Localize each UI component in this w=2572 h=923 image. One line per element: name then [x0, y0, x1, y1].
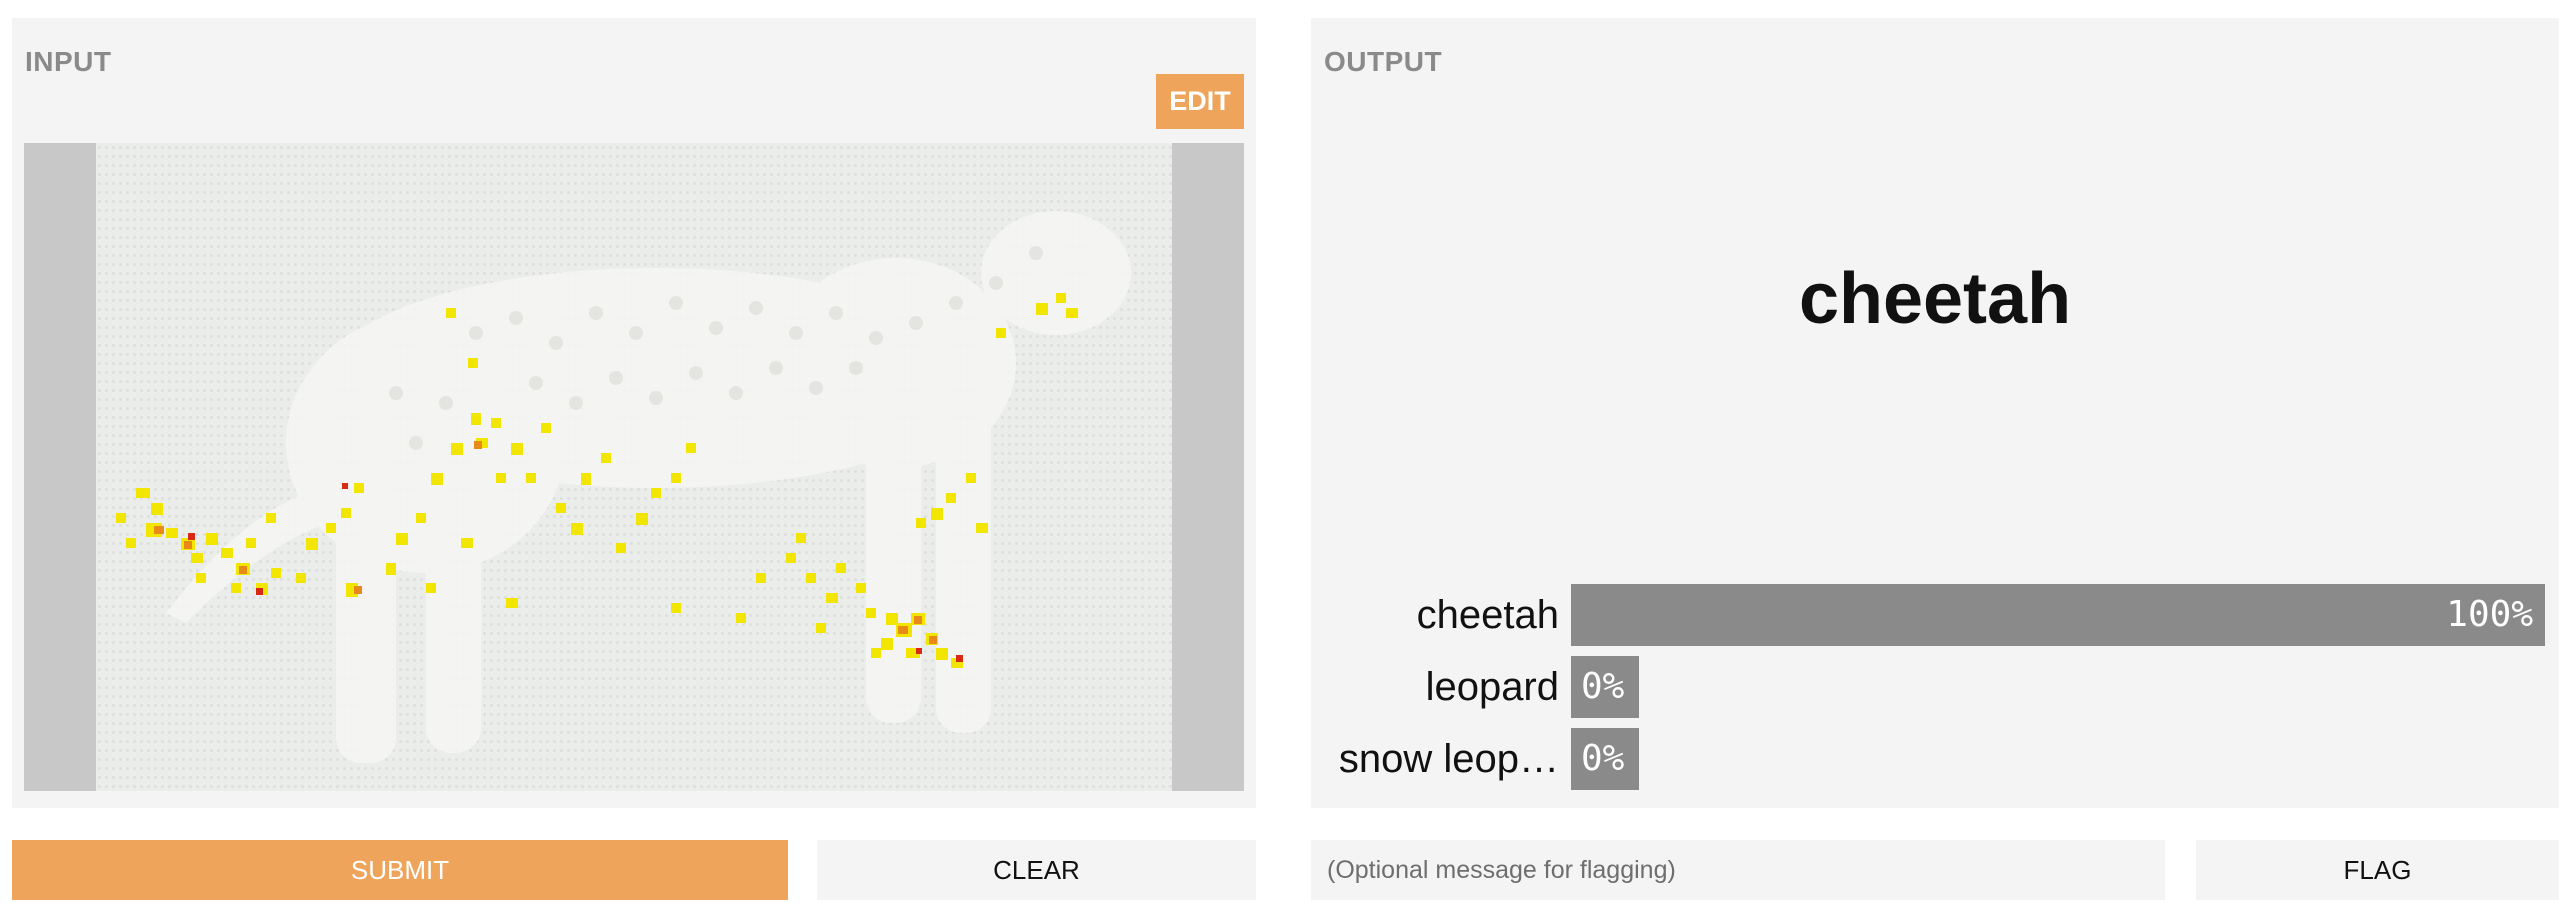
- confidence-label: cheetah: [1416, 593, 1559, 637]
- output-panel: OUTPUT cheetah cheetah 100% leopard 0% s…: [1311, 18, 2559, 808]
- confidence-label: snow leop…: [1338, 737, 1559, 781]
- submit-button[interactable]: SUBMIT: [12, 840, 788, 900]
- clear-button[interactable]: CLEAR: [817, 840, 1256, 900]
- input-panel: INPUT EDIT: [12, 18, 1256, 808]
- predicted-label: cheetah: [1798, 259, 2072, 339]
- flag-message-input[interactable]: [1311, 840, 2165, 900]
- cheetah-silhouette: [116, 211, 1131, 763]
- input-panel-title: INPUT: [25, 46, 112, 77]
- saliency-image: [96, 143, 1172, 791]
- confidence-value: 0%: [1581, 666, 1625, 707]
- confidence-bar: [1571, 584, 2545, 646]
- flag-button[interactable]: FLAG: [2196, 840, 2559, 900]
- confidence-value: 100%: [2446, 594, 2533, 635]
- input-image-frame[interactable]: [24, 143, 1244, 791]
- confidence-value: 0%: [1581, 738, 1625, 779]
- output-panel-title: OUTPUT: [1324, 46, 1443, 77]
- confidence-row: cheetah 100%: [1311, 584, 2559, 646]
- edit-button[interactable]: EDIT: [1156, 74, 1244, 129]
- confidence-row: leopard 0%: [1311, 656, 2559, 718]
- confidence-row: snow leop… 0%: [1311, 728, 2559, 790]
- confidence-label: leopard: [1425, 665, 1559, 709]
